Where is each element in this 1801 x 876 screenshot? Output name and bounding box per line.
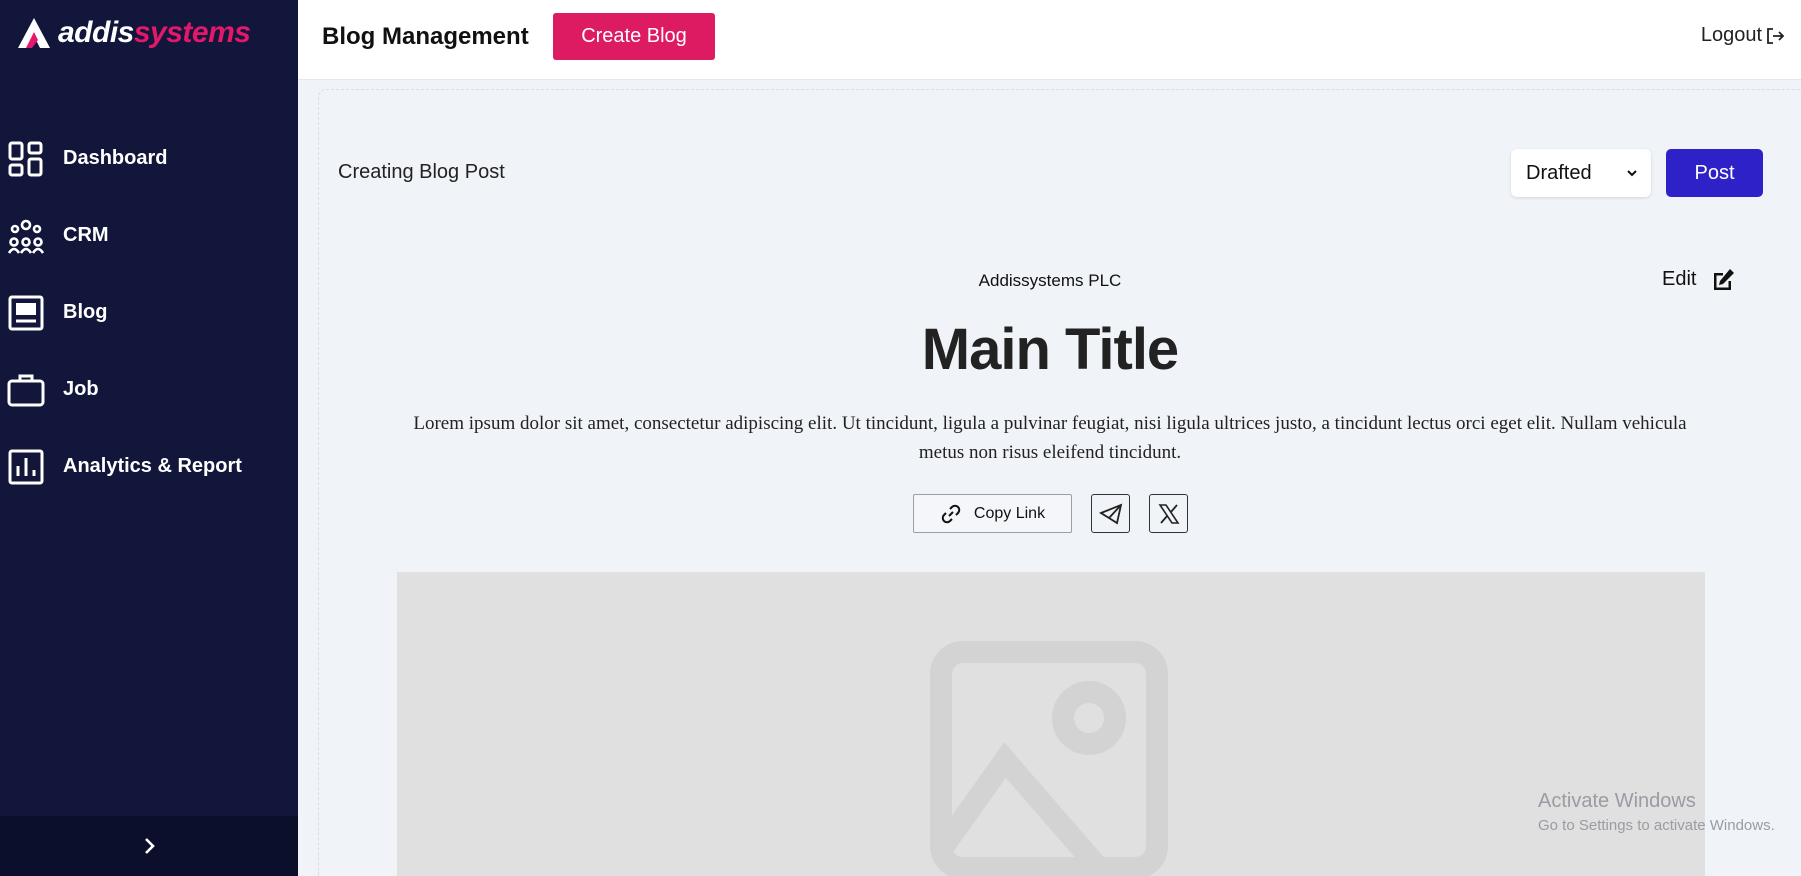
sidebar-item-label: Analytics & Report <box>63 455 242 477</box>
logout-label: Logout <box>1700 24 1762 46</box>
page-title: Blog Management <box>322 23 529 50</box>
sidebar-item-label: Dashboard <box>63 147 168 169</box>
x-twitter-icon <box>1158 503 1179 524</box>
share-telegram-button[interactable] <box>1091 494 1130 533</box>
brand-name-part1: addis <box>58 16 134 49</box>
sidebar-nav: Dashboard CRM Blog Job Analytics & Repor… <box>0 120 298 505</box>
status-select[interactable]: Drafted <box>1511 149 1651 197</box>
share-x-button[interactable] <box>1149 494 1188 533</box>
blog-main-title: Main Title <box>921 317 1179 382</box>
chevron-down-icon <box>1627 170 1637 177</box>
watermark-line2: Go to Settings to activate Windows. <box>1538 817 1775 834</box>
telegram-icon <box>1098 503 1122 524</box>
sidebar-item-dashboard[interactable]: Dashboard <box>0 120 298 197</box>
blog-icon <box>6 293 46 333</box>
create-blog-button[interactable]: Create Blog <box>553 13 715 60</box>
sidebar-item-label: CRM <box>63 224 109 246</box>
dashboard-icon <box>6 139 46 179</box>
post-button[interactable]: Post <box>1666 149 1763 197</box>
briefcase-icon <box>6 370 46 410</box>
top-header: Blog Management Create Blog Logout <box>298 0 1801 80</box>
sidebar: addissystems Dashboard CRM Blog Job Anal… <box>0 0 298 876</box>
blog-body-text: Lorem ipsum dolor sit amet, consectetur … <box>413 413 1687 463</box>
brand-name: addissystems <box>58 16 251 50</box>
sidebar-item-label: Blog <box>63 301 108 323</box>
status-select-value: Drafted <box>1526 161 1592 184</box>
windows-activation-watermark: Activate Windows Go to Settings to activ… <box>1538 790 1775 834</box>
sidebar-item-crm[interactable]: CRM <box>0 197 298 274</box>
sidebar-item-analytics[interactable]: Analytics & Report <box>0 428 298 505</box>
sidebar-item-label: Job <box>63 378 99 400</box>
chevron-right-icon <box>145 838 155 854</box>
brand-name-part2: systems <box>133 16 251 49</box>
edit-icon <box>1714 269 1735 290</box>
edit-label: Edit <box>1662 267 1697 290</box>
logout-icon <box>1767 27 1785 44</box>
sidebar-item-job[interactable]: Job <box>0 351 298 428</box>
sidebar-expand-button[interactable] <box>0 816 298 876</box>
bar-chart-icon <box>6 447 46 487</box>
logout-button[interactable]: Logout <box>1701 24 1785 47</box>
organization-name: Addissystems PLC <box>978 271 1122 290</box>
people-group-icon <box>6 216 46 256</box>
copy-link-button[interactable]: Copy Link <box>913 494 1072 533</box>
editor-heading: Creating Blog Post <box>338 161 505 183</box>
watermark-line1: Activate Windows <box>1538 790 1696 812</box>
image-placeholder-icon <box>930 641 1168 876</box>
edit-button[interactable]: Edit <box>1662 266 1736 292</box>
brand-logo[interactable]: addissystems <box>16 14 251 52</box>
link-icon <box>941 504 961 523</box>
copy-link-label: Copy Link <box>973 504 1046 522</box>
sidebar-item-blog[interactable]: Blog <box>0 274 298 351</box>
blog-cover-image-placeholder[interactable] <box>397 572 1705 876</box>
brand-logo-icon <box>18 18 50 48</box>
